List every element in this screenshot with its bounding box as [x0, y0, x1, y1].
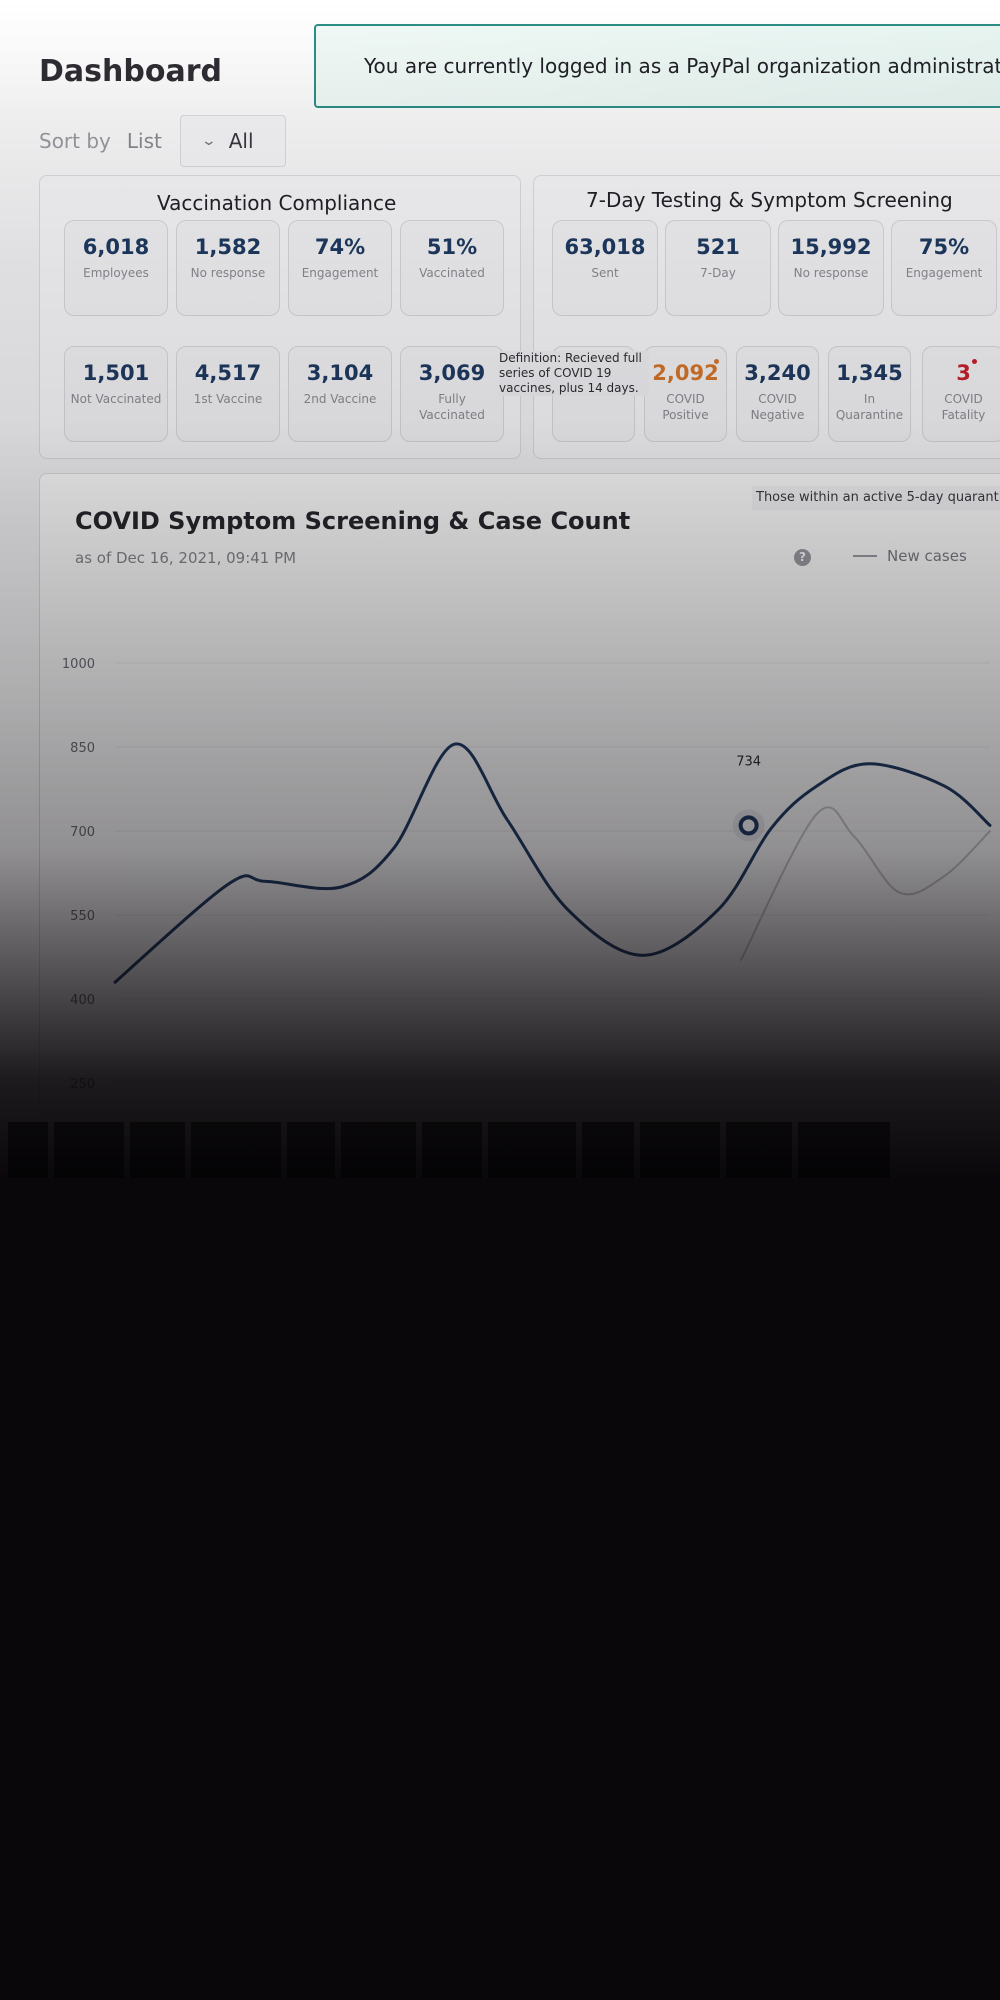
chart-highlight: 734	[732, 754, 765, 842]
obscured-block	[798, 1122, 890, 1178]
obscured-block	[341, 1122, 416, 1178]
series-line-new-cases	[740, 806, 991, 961]
chart-grid	[115, 662, 990, 1084]
obscured-block	[54, 1122, 124, 1178]
y-tick-label: 700	[70, 825, 95, 840]
definition-tooltip: Definition: Recieved full series of COVI…	[499, 351, 649, 396]
obscured-content-row	[0, 1105, 1000, 1195]
obscured-block	[422, 1122, 482, 1178]
obscured-block	[726, 1122, 792, 1178]
dashboard-page: Dashboard You are currently logged in as…	[0, 0, 1000, 2000]
obscured-block	[130, 1122, 185, 1178]
y-tick-label: 250	[70, 1077, 95, 1092]
obscured-block	[488, 1122, 576, 1178]
highlight-value-label: 734	[736, 754, 761, 769]
y-tick-label: 1000	[62, 657, 95, 672]
case-count-chart: 1000 850 700 550 400 250 734	[62, 657, 992, 1092]
chart-series	[113, 742, 992, 984]
highlight-point[interactable]	[738, 815, 759, 836]
y-tick-label: 400	[70, 993, 95, 1008]
obscured-block	[640, 1122, 720, 1178]
obscured-block	[582, 1122, 634, 1178]
y-tick-label: 850	[70, 741, 95, 756]
obscured-block	[191, 1122, 281, 1178]
obscured-block	[287, 1122, 335, 1178]
series-line-screening	[113, 742, 992, 984]
obscured-block	[8, 1122, 48, 1178]
y-tick-label: 550	[70, 909, 95, 924]
y-axis: 1000 850 700 550 400 250	[62, 657, 95, 1092]
